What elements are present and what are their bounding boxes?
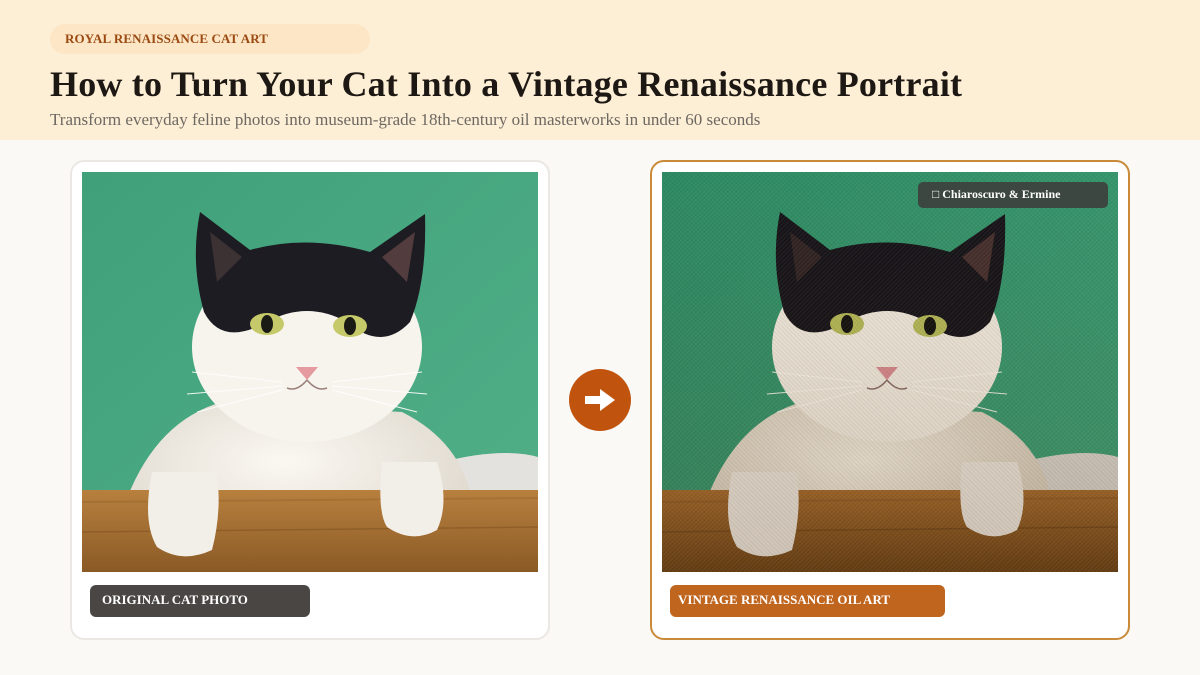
renaissance-art-label: VINTAGE RENAISSANCE OIL ART bbox=[670, 585, 945, 617]
page-header: ROYAL RENAISSANCE CAT ART How to Turn Yo… bbox=[0, 0, 1200, 140]
oil-texture-overlay bbox=[662, 172, 1118, 572]
category-tag: ROYAL RENAISSANCE CAT ART bbox=[50, 24, 370, 54]
original-photo-label: ORIGINAL CAT PHOTO bbox=[90, 585, 310, 617]
renaissance-art-card: □ Chiaroscuro & Ermine VINTAGE RENAISSAN… bbox=[650, 160, 1130, 640]
cat-illustration bbox=[82, 172, 538, 572]
arrow-right-icon bbox=[585, 389, 615, 411]
page-subtitle: Transform everyday feline photos into mu… bbox=[50, 110, 761, 129]
transform-arrow-button[interactable] bbox=[569, 369, 631, 431]
style-chip[interactable]: □ Chiaroscuro & Ermine bbox=[918, 182, 1108, 208]
original-cat-photo[interactable] bbox=[82, 172, 538, 572]
page-title: How to Turn Your Cat Into a Vintage Rena… bbox=[50, 64, 963, 104]
renaissance-cat-painting[interactable]: □ Chiaroscuro & Ermine bbox=[662, 172, 1118, 572]
original-photo-card: ORIGINAL CAT PHOTO bbox=[70, 160, 550, 640]
